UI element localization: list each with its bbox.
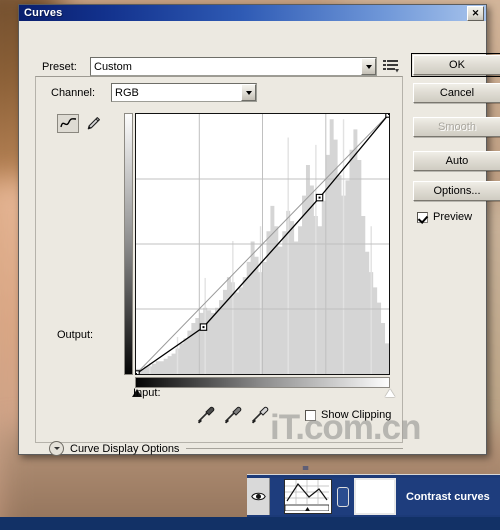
preset-select[interactable]: Custom xyxy=(90,57,377,76)
preview-checkbox[interactable]: Preview xyxy=(417,211,472,223)
chevron-down-icon[interactable] xyxy=(49,441,64,456)
layer-name: Contrast curves xyxy=(406,490,490,503)
layers-panel: Contrast curves xyxy=(247,474,500,518)
taskbar xyxy=(0,517,500,530)
layer-row[interactable]: Contrast curves xyxy=(247,478,500,515)
link-icon[interactable] xyxy=(337,486,349,507)
dialog-body: Preset: Custom Channel: RGB Output: Inpu… xyxy=(19,21,500,456)
dialog-title: Curves xyxy=(24,7,63,19)
checkbox-box[interactable] xyxy=(305,409,316,421)
gray-point-eyedropper[interactable] xyxy=(222,405,242,425)
curve-display-options-toggle[interactable]: Curve Display Options xyxy=(49,441,403,456)
show-clipping-checkbox[interactable]: Show Clipping xyxy=(305,409,391,421)
cancel-button[interactable]: Cancel xyxy=(413,83,500,103)
curve-tool-icon[interactable] xyxy=(57,114,79,133)
preview-label: Preview xyxy=(433,211,473,223)
pencil-tool-icon[interactable] xyxy=(83,114,103,133)
ok-button[interactable]: OK xyxy=(411,53,500,77)
show-clipping-label: Show Clipping xyxy=(321,409,392,421)
preset-menu-icon[interactable] xyxy=(383,59,399,73)
curve-display-options-label: Curve Display Options xyxy=(70,442,180,455)
chevron-down-icon[interactable] xyxy=(361,58,376,75)
curve-graph[interactable] xyxy=(135,113,390,375)
curves-dialog: Curves ✕ Preset: Custom Channel: RGB Out… xyxy=(18,4,500,456)
chevron-down-icon[interactable] xyxy=(241,84,256,101)
smooth-button: Smooth xyxy=(413,117,500,137)
output-label: Output: xyxy=(57,329,94,341)
preset-value: Custom xyxy=(94,60,132,73)
dialog-title-bar[interactable]: Curves ✕ xyxy=(19,5,486,21)
close-icon[interactable]: ✕ xyxy=(467,6,484,21)
eye-icon[interactable] xyxy=(247,478,270,515)
white-point-eyedropper[interactable] xyxy=(249,405,269,425)
channel-value: RGB xyxy=(115,86,139,99)
channel-label: Channel: xyxy=(48,87,99,99)
input-label: Input: xyxy=(133,387,161,399)
channel-select[interactable]: RGB xyxy=(111,83,257,102)
curve-plot[interactable] xyxy=(136,114,389,374)
white-input-slider[interactable] xyxy=(385,389,395,397)
curves-adjustment-thumbnail[interactable] xyxy=(284,479,332,514)
input-gradient-bar xyxy=(135,377,390,388)
black-point-eyedropper[interactable] xyxy=(195,405,215,425)
divider xyxy=(186,448,403,449)
auto-button[interactable]: Auto xyxy=(413,151,500,171)
preset-label: Preset: xyxy=(42,61,77,73)
options-button[interactable]: Options... xyxy=(413,181,500,201)
layer-mask-thumbnail[interactable] xyxy=(354,478,396,515)
checkbox-box[interactable] xyxy=(417,211,428,223)
output-gradient-bar xyxy=(124,113,133,375)
